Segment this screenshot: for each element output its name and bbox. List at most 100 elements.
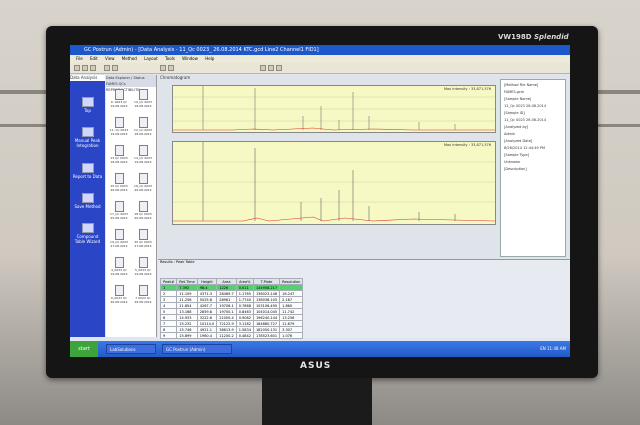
task-compound-wizard[interactable]: Compound Table Wizard (72, 223, 103, 244)
taskbar: start LabSolutions GC Postrun (Admin) EN… (70, 341, 570, 357)
file-item[interactable]: 13 Qc 0023 18.08.2014 (108, 145, 130, 164)
menu-bar: File Edit View Method Layout Tools Windo… (70, 55, 570, 63)
monitor-model: VW198D (498, 33, 532, 41)
menu-edit[interactable]: Edit (90, 56, 98, 61)
file-icon (138, 173, 148, 184)
file-item[interactable]: 15 Qc 0023 26.08.2014 (108, 173, 130, 192)
property-line: FAMES.gcm (504, 90, 525, 94)
property-line: 11_Qc 0023 26.08.2014 (504, 118, 547, 122)
zoom-icon[interactable] (160, 65, 166, 71)
start-button[interactable]: start (70, 341, 98, 357)
file-item[interactable]: 4_0023 Qc 19.08.2014 (108, 257, 130, 276)
file-item[interactable]: 19_Qc 0023 27.08.2014 (108, 229, 130, 248)
file-icon (138, 89, 148, 100)
copy-icon[interactable] (112, 65, 118, 71)
task-manual-integration[interactable]: Manual Peak Integration (72, 127, 103, 148)
file-icon (114, 201, 124, 212)
results-panel: Results : Peak Table Peak TableCompoundG… (158, 259, 570, 347)
browser-header: Data Explorer / Status FAMES QCs REPRODU… (106, 75, 156, 92)
file-item[interactable]: 7 0023 Qc 26.08.2014 (132, 285, 154, 304)
property-line: [Method File Name] (504, 83, 539, 87)
assistant-bar: Data Analysis Top Manual Peak Integratio… (70, 75, 105, 337)
file-icon (114, 285, 124, 296)
file-icon (114, 229, 124, 240)
property-line: 11_Qc 0023 26.08.2014 (504, 104, 547, 108)
chromatogram-plot-bottom[interactable]: Max Intensity : 33,871,576 (172, 141, 496, 225)
chromatogram-trace-top (173, 86, 495, 131)
language-indicator[interactable]: EN (540, 346, 546, 351)
chromatogram-plot-top[interactable]: Max Intensity : 33,871,576 (172, 85, 496, 133)
file-icon (114, 89, 124, 100)
layout-icon[interactable] (260, 65, 266, 71)
print-icon[interactable] (90, 65, 96, 71)
table-icon[interactable] (276, 65, 282, 71)
bottom-plot-label: Max Intensity : 33,871,576 (443, 143, 491, 147)
file-icon (138, 285, 148, 296)
file-icon (138, 201, 148, 212)
property-line: [Sample Name] (504, 97, 532, 101)
file-icon (138, 257, 148, 268)
cut-icon[interactable] (104, 65, 110, 71)
property-line: [Analyzed Date] (504, 139, 533, 143)
property-line: Unknown (504, 160, 521, 164)
save-icon[interactable] (82, 65, 88, 71)
task-top[interactable]: Top (72, 97, 103, 113)
save-method-icon (81, 193, 94, 203)
file-icon (114, 257, 124, 268)
property-line: Admin (504, 132, 516, 136)
file-item[interactable]: 9. 0023 Qc 19.08.2014 (108, 89, 130, 108)
file-item[interactable]: 12_Qc 0023 18.08.2014 (132, 117, 154, 136)
file-item[interactable]: 18 Qc 0023 26.08.2014 (132, 201, 154, 220)
file-icon (138, 117, 148, 128)
file-icon (138, 229, 148, 240)
top-icon (81, 97, 94, 107)
monitor-mode: Splendid (534, 33, 569, 41)
results-header: Results : Peak Table (160, 260, 195, 264)
top-plot-label: Max Intensity : 33,871,576 (443, 87, 491, 91)
monitor-stand (262, 378, 372, 425)
open-icon[interactable] (74, 65, 80, 71)
file-item[interactable]: 11. Qc 0023 19.08.2014 (108, 117, 130, 136)
task-save-method[interactable]: Save Method (72, 193, 103, 209)
wizard-icon (81, 223, 94, 233)
screen: GC Postrun (Admin) - [Data Analysis - 11… (70, 45, 570, 357)
file-icon (114, 173, 124, 184)
file-item[interactable]: 5_0023 Qc 19.08.2014 (132, 257, 154, 276)
chromatogram-trace-bottom (173, 142, 496, 222)
file-item[interactable]: 10_Qc 0023 18.08.2014 (132, 89, 154, 108)
file-icon (138, 145, 148, 156)
menu-file[interactable]: File (76, 56, 83, 61)
property-line: 8/26/2014 12:44:49 PM (504, 146, 546, 150)
taskbar-item-labsolutions[interactable]: LabSolutions (106, 344, 156, 354)
menu-tools[interactable]: Tools (165, 56, 175, 61)
file-item[interactable]: 16_Qc 0023 26.08.2014 (132, 173, 154, 192)
file-item[interactable]: 20 Qc 0023 27.08.2014 (132, 229, 154, 248)
table-cell: 1.076 (279, 332, 304, 339)
zoom-out-icon[interactable] (168, 65, 174, 71)
task-report[interactable]: Report to Data (72, 163, 103, 179)
properties-panel: [Method File Name] FAMES.gcm [Sample Name]… (500, 79, 566, 257)
toolbar (70, 63, 570, 74)
assistant-header: Data Analysis (70, 75, 105, 81)
menu-view[interactable]: View (105, 56, 115, 61)
property-line: [Analyzed by] (504, 125, 529, 129)
menu-method[interactable]: Method (122, 56, 137, 61)
file-item[interactable]: 17_Qc 0023 25.08.2014 (108, 201, 130, 220)
property-line: [Description] (504, 167, 527, 171)
grid-icon[interactable] (268, 65, 274, 71)
chromatogram-panel: Chromatogram Max Intensity : 33,871,576 (158, 75, 570, 259)
taskbar-clock: EN 11:48 AM (540, 346, 566, 351)
menu-help[interactable]: Help (205, 56, 214, 61)
data-browser: Data Explorer / Status FAMES QCs REPRODU… (106, 75, 157, 337)
menu-window[interactable]: Window (182, 56, 198, 61)
integration-icon (81, 127, 94, 137)
property-line: [Sample ID] (504, 111, 525, 115)
chromatogram-header: Chromatogram (160, 75, 191, 80)
file-item[interactable]: 6_0023 Qc 26.08.2014 (108, 285, 130, 304)
file-item[interactable]: 14_Qc 0023 19.08.2014 (132, 145, 154, 164)
monitor-brand: ASUS (300, 361, 332, 371)
file-icon (114, 145, 124, 156)
report-icon (81, 163, 94, 173)
menu-layout[interactable]: Layout (144, 56, 158, 61)
taskbar-item-gc-postrun[interactable]: GC Postrun (Admin) (162, 344, 232, 354)
